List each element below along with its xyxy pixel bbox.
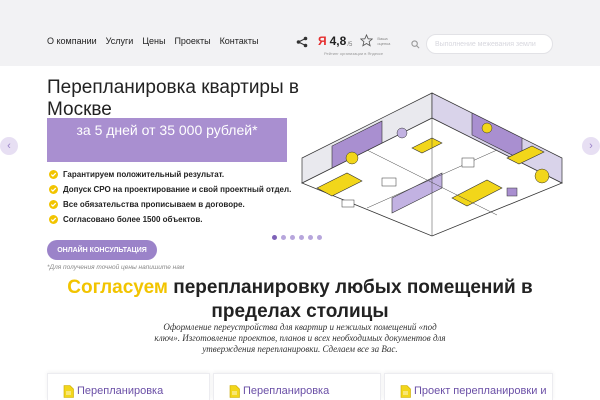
service-card-title: Перепланировка	[77, 385, 164, 397]
nav-item-contacts[interactable]: Контакты	[220, 36, 259, 46]
service-card-title: Проект перепланировки и	[414, 385, 547, 397]
document-icon	[400, 385, 411, 398]
feature-item: Согласовано более 1500 объектов.	[49, 213, 304, 227]
carousel-next-button[interactable]: ›	[582, 137, 600, 155]
apartment-floorplan-illustration	[301, 92, 563, 237]
carousel-dot[interactable]	[290, 235, 295, 240]
search-input[interactable]	[426, 34, 553, 54]
feature-text: Все обязательства прописываем в договоре…	[63, 200, 245, 209]
carousel-dot[interactable]	[281, 235, 286, 240]
rate-label: Ваша оценка	[377, 36, 391, 46]
price-banner: за 5 дней от 35 000 рублей*	[47, 118, 287, 162]
document-icon	[229, 385, 240, 398]
site-header: О компании Услуги Цены Проекты Контакты …	[0, 0, 600, 66]
section-description: Оформление переустройства для квартир и …	[154, 322, 446, 354]
heading-accent-word: Согласуем	[67, 277, 168, 298]
feature-text: Гарантируем положительный результат.	[63, 170, 225, 179]
document-icon	[63, 385, 74, 398]
service-card[interactable]: Перепланировка	[213, 373, 381, 400]
check-icon	[49, 185, 58, 194]
feature-text: Допуск СРО на проектирование и свой прое…	[63, 185, 292, 194]
carousel-dots	[272, 235, 322, 240]
feature-item: Допуск СРО на проектирование и свой прое…	[49, 183, 304, 197]
service-card[interactable]: Перепланировка	[47, 373, 210, 400]
carousel-prev-button[interactable]: ‹	[0, 137, 18, 155]
carousel-dot[interactable]	[308, 235, 313, 240]
features-list: Гарантируем положительный результат. Доп…	[49, 168, 304, 228]
feature-text: Согласовано более 1500 объектов.	[63, 215, 203, 224]
price-footnote: *Для получения точной цены напишите нам	[47, 264, 185, 271]
check-icon	[49, 200, 58, 209]
carousel-dot[interactable]	[272, 235, 277, 240]
service-card[interactable]: Проект перепланировки и	[384, 373, 553, 400]
carousel-dot[interactable]	[299, 235, 304, 240]
star-icon[interactable]	[360, 34, 374, 47]
heading-line-2: пределах столицы	[211, 301, 389, 322]
nav-item-projects[interactable]: Проекты	[174, 36, 210, 46]
service-card-title: Перепланировка	[243, 385, 330, 397]
carousel-dot[interactable]	[317, 235, 322, 240]
search-icon[interactable]	[411, 40, 420, 49]
nav-item-services[interactable]: Услуги	[106, 36, 134, 46]
share-icon[interactable]	[296, 36, 308, 48]
section-heading: Согласуем перепланировку любых помещений…	[0, 276, 600, 324]
hero-title: Перепланировка квартиры в Москве	[47, 77, 300, 120]
rating-caption: Рейтинг организации в Яндексе	[324, 51, 384, 56]
check-icon	[49, 170, 58, 179]
heading-text: перепланировку любых помещений в	[173, 277, 533, 298]
main-nav: О компании Услуги Цены Проекты Контакты	[47, 36, 258, 46]
rating-value: 4,8	[329, 34, 347, 48]
nav-item-about[interactable]: О компании	[47, 36, 97, 46]
feature-item: Гарантируем положительный результат.	[49, 168, 304, 182]
service-cards: Перепланировка Перепланировка Проект пер…	[47, 373, 553, 400]
online-consultation-button[interactable]: ОНЛАЙН КОНСУЛЬТАЦИЯ	[47, 240, 157, 260]
rating-scale: /5	[347, 42, 353, 48]
nav-item-prices[interactable]: Цены	[142, 36, 165, 46]
check-icon	[49, 215, 58, 224]
feature-item: Все обязательства прописываем в договоре…	[49, 198, 304, 212]
yandex-logo: Я	[318, 34, 327, 48]
